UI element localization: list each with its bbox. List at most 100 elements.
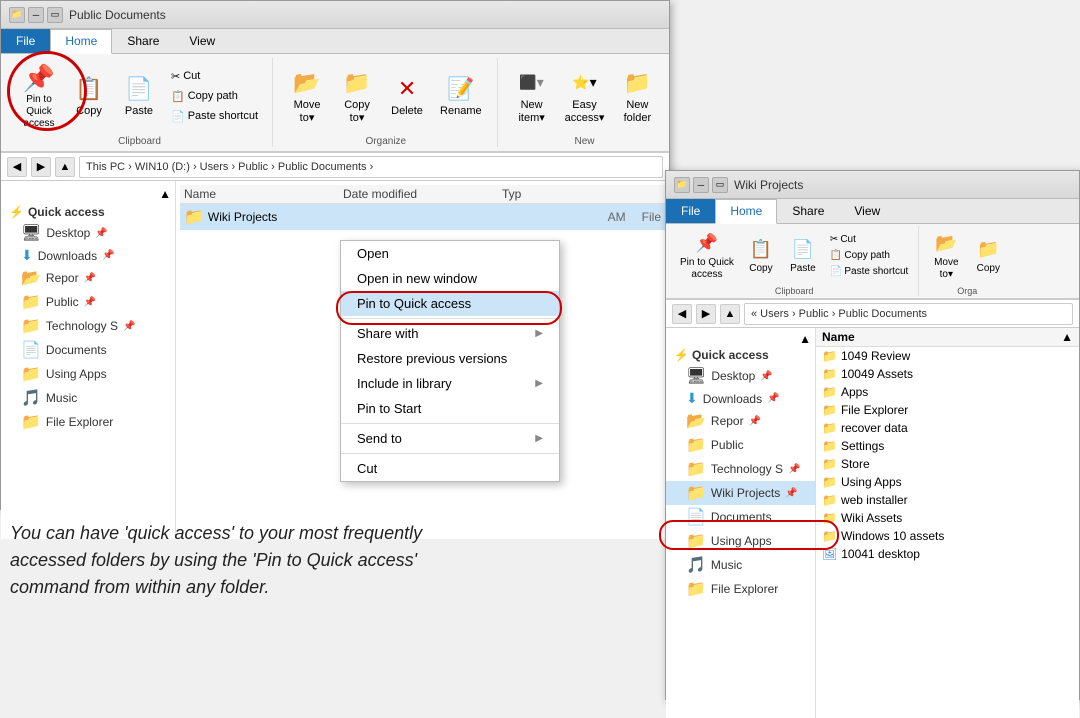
second-copypath-button[interactable]: 📋 Copy path xyxy=(825,248,913,263)
second-quick-access-header[interactable]: ⚡ Quick access xyxy=(666,346,815,364)
second-forward-button[interactable]: ▶ xyxy=(696,304,716,324)
address-path[interactable]: This PC › WIN10 (D:) › Users › Public › … xyxy=(79,156,663,178)
pin-icon: 📌 xyxy=(23,62,55,94)
second-restore[interactable]: ▭ xyxy=(712,177,728,193)
ctx-open-label: Open xyxy=(357,246,389,261)
back-button[interactable]: ◀ xyxy=(7,157,27,177)
second-sidebar-music[interactable]: 🎵 Music xyxy=(666,553,815,577)
second-row-10041desktop[interactable]: 🖼 10041 desktop xyxy=(816,545,1079,563)
second-scroll-up[interactable]: ▲ xyxy=(666,332,815,346)
sidebar-item-file-explorer[interactable]: 📁 File Explorer xyxy=(1,410,175,434)
second-back-button[interactable]: ◀ xyxy=(672,304,692,324)
paste-shortcut-button[interactable]: 📄 Paste shortcut xyxy=(165,107,264,126)
tab-view[interactable]: View xyxy=(174,29,230,53)
second-row-windows10assets[interactable]: 📁 Windows 10 assets xyxy=(816,527,1079,545)
second-quick-access-icon: ⚡ xyxy=(674,348,689,362)
move-to-button[interactable]: 📂 Moveto▾ xyxy=(283,63,331,129)
second-row-using-apps[interactable]: 📁 Using Apps xyxy=(816,473,1079,491)
second-paste-button[interactable]: 📄 Paste xyxy=(783,232,823,278)
ctx-cut[interactable]: Cut xyxy=(341,456,559,481)
ctx-pin-to-quick-access[interactable]: Pin to Quick access xyxy=(341,291,559,316)
second-sidebar-reports[interactable]: 📂 Repor 📌 xyxy=(666,409,815,433)
second-sidebar-public[interactable]: 📁 Public xyxy=(666,433,815,457)
rename-button[interactable]: 📝 Rename xyxy=(433,69,489,122)
ctx-share-with[interactable]: Share with ▶ xyxy=(341,321,559,346)
second-fe-icon: 📁 xyxy=(686,579,706,599)
copy-path-button[interactable]: 📋 Copy path xyxy=(165,87,264,106)
second-row-1049review[interactable]: 📁 1049 Review xyxy=(816,347,1079,365)
sidebar-item-downloads[interactable]: ⬇ Downloads 📌 xyxy=(1,245,175,266)
sidebar-item-technology[interactable]: 📁 Technology S 📌 xyxy=(1,314,175,338)
reports-icon: 📂 xyxy=(21,268,41,288)
second-technology-pin: 📌 xyxy=(788,464,800,475)
copy-to-button[interactable]: 📁 Copyto▾ xyxy=(333,63,381,129)
new-folder-label: Newfolder xyxy=(624,99,652,125)
second-address-path[interactable]: « Users › Public › Public Documents xyxy=(744,303,1073,325)
sidebar-item-documents[interactable]: 📄 Documents xyxy=(1,338,175,362)
second-sidebar-using-apps[interactable]: 📁 Using Apps xyxy=(666,529,815,553)
move-to-label: Moveto▾ xyxy=(294,99,321,125)
second-up-button[interactable]: ▲ xyxy=(720,304,740,324)
second-cut-button[interactable]: ✂ Cut xyxy=(825,232,913,247)
forward-button[interactable]: ▶ xyxy=(31,157,51,177)
easy-access-button[interactable]: ⭐▾ Easy access▾ xyxy=(558,63,612,129)
restore-icon[interactable]: ▭ xyxy=(47,7,63,23)
second-row-10049assets[interactable]: 📁 10049 Assets xyxy=(816,365,1079,383)
ctx-open[interactable]: Open xyxy=(341,241,559,266)
paste-button[interactable]: 📄 Paste xyxy=(115,69,163,122)
tab-home[interactable]: Home xyxy=(50,29,112,54)
second-tab-share[interactable]: Share xyxy=(777,199,839,223)
reports-pin-icon: 📌 xyxy=(84,273,96,284)
sidebar-item-public[interactable]: 📁 Public 📌 xyxy=(1,290,175,314)
second-row-apps[interactable]: 📁 Apps xyxy=(816,383,1079,401)
ctx-send-to[interactable]: Send to ▶ xyxy=(341,426,559,451)
second-tab-home[interactable]: Home xyxy=(715,199,777,224)
copy-button[interactable]: 📋 Copy xyxy=(65,69,113,122)
pin-to-quick-access-button[interactable]: 📌 Pin to Quickaccess xyxy=(15,58,63,134)
file-row-wiki-projects[interactable]: 📁 Wiki Projects AM File xyxy=(180,204,665,230)
second-row-settings[interactable]: 📁 Settings xyxy=(816,437,1079,455)
tab-share[interactable]: Share xyxy=(112,29,174,53)
ctx-restore-label: Restore previous versions xyxy=(357,351,507,366)
sidebar-scroll-up[interactable]: ▲ xyxy=(1,185,175,203)
sidebar-item-reports[interactable]: 📂 Repor 📌 xyxy=(1,266,175,290)
ctx-pin-to-start[interactable]: Pin to Start xyxy=(341,396,559,421)
second-row-file-explorer[interactable]: 📁 File Explorer xyxy=(816,401,1079,419)
ctx-open-new-window[interactable]: Open in new window xyxy=(341,266,559,291)
second-copyto-button[interactable]: 📁 Copy xyxy=(968,232,1008,278)
sidebar-item-using-apps[interactable]: 📁 Using Apps xyxy=(1,362,175,386)
second-row-recover-data[interactable]: 📁 recover data xyxy=(816,419,1079,437)
new-folder-button[interactable]: 📁 Newfolder xyxy=(613,63,661,129)
sidebar-item-desktop[interactable]: 🖥 Desktop 📌 xyxy=(1,221,175,245)
second-pasteshortcut-button[interactable]: 📄 Paste shortcut xyxy=(825,264,913,279)
second-pin-button[interactable]: 📌 Pin to Quickaccess xyxy=(675,226,739,284)
second-copy-button[interactable]: 📋 Copy xyxy=(741,232,781,278)
ctx-include-library[interactable]: Include in library ▶ xyxy=(341,371,559,396)
second-window: 📁 ─ ▭ Wiki Projects File Home Share View… xyxy=(665,170,1080,700)
second-row-store[interactable]: 📁 Store xyxy=(816,455,1079,473)
second-sidebar-wiki-projects[interactable]: 📁 Wiki Projects 📌 xyxy=(666,481,815,505)
second-row-webinstaller[interactable]: 📁 web installer xyxy=(816,491,1079,509)
second-sidebar-technology[interactable]: 📁 Technology S 📌 xyxy=(666,457,815,481)
quick-access-header[interactable]: ⚡ Quick access xyxy=(1,203,175,221)
second-sidebar-downloads[interactable]: ⬇ Downloads 📌 xyxy=(666,388,815,409)
second-sidebar-file-explorer[interactable]: 📁 File Explorer xyxy=(666,577,815,601)
cut-button[interactable]: ✂ Cut xyxy=(165,67,264,86)
second-sidebar-documents[interactable]: 📄 Documents xyxy=(666,505,815,529)
second-tab-view[interactable]: View xyxy=(839,199,895,223)
second-pin-icon: 📌 xyxy=(693,229,721,257)
public-pin-icon: 📌 xyxy=(84,297,96,308)
ctx-restore[interactable]: Restore previous versions xyxy=(341,346,559,371)
delete-button[interactable]: ✕ Delete xyxy=(383,69,431,122)
second-row-wiki-assets[interactable]: 📁 Wiki Assets xyxy=(816,509,1079,527)
second-moveto-button[interactable]: 📂 Moveto▾ xyxy=(926,226,966,284)
sidebar-item-music[interactable]: 🎵 Music xyxy=(1,386,175,410)
new-item-button[interactable]: ⬛▾ New item▾ xyxy=(508,63,556,129)
second-tab-file[interactable]: File xyxy=(666,199,715,223)
tab-file[interactable]: File xyxy=(1,29,50,53)
second-sidebar-desktop[interactable]: 🖥 Desktop 📌 xyxy=(666,364,815,388)
second-wikiassets-icon: 📁 xyxy=(822,511,837,525)
second-minimize[interactable]: ─ xyxy=(693,177,709,193)
minimize-icon[interactable]: ─ xyxy=(28,7,44,23)
up-button[interactable]: ▲ xyxy=(55,157,75,177)
